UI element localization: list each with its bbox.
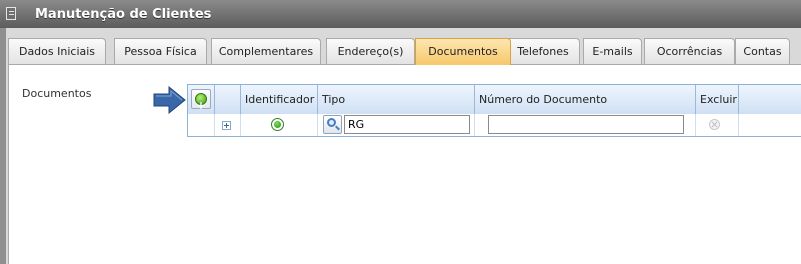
table-row [188, 114, 801, 136]
row-add-cell [188, 114, 215, 136]
add-document-button[interactable] [191, 89, 211, 121]
column-header-identificador[interactable]: Identificador [241, 85, 318, 114]
tab-contas[interactable]: Contas [735, 38, 790, 64]
expand-column-header [215, 85, 241, 114]
arrow-right-icon [153, 86, 186, 114]
tab-pessoa-fisica[interactable]: Pessoa Física [114, 38, 207, 64]
window-left-border [0, 28, 6, 264]
plus-icon [195, 91, 207, 121]
tab-strip: Dados Iniciais Pessoa Física Complementa… [8, 38, 801, 65]
delete-row-icon[interactable] [709, 119, 720, 130]
grid-header: Identificador Tipo Número do Documento E… [188, 85, 801, 121]
tab-ocorrencias[interactable]: Ocorrências [644, 38, 735, 64]
tab-enderecos[interactable]: Endereço(s) [326, 38, 415, 64]
tipo-lookup-button[interactable] [323, 115, 342, 134]
column-header-numero[interactable]: Número do Documento [475, 85, 696, 114]
column-header-tipo[interactable]: Tipo [318, 85, 475, 114]
numero-documento-input[interactable] [488, 115, 684, 134]
tab-emails[interactable]: E-mails [583, 38, 642, 64]
tab-complementares[interactable]: Complementares [211, 38, 321, 64]
window-title: Manutenção de Clientes [35, 7, 212, 22]
identificador-radio[interactable] [271, 118, 284, 131]
column-header-excluir[interactable]: Excluir [696, 85, 739, 114]
document-icon [6, 7, 16, 20]
tab-telefones[interactable]: Telefones [506, 38, 580, 64]
title-bar: Manutenção de Clientes [0, 0, 801, 28]
tab-dados-iniciais[interactable]: Dados Iniciais [8, 38, 106, 64]
tab-documentos[interactable]: Documentos [415, 38, 511, 65]
expand-row-icon[interactable] [222, 121, 231, 130]
tipo-input[interactable] [344, 115, 470, 134]
documents-grid: Identificador Tipo Número do Documento E… [187, 84, 801, 137]
add-column-header [188, 85, 215, 121]
section-label: Documentos [22, 87, 92, 100]
filler-column-header [739, 85, 801, 114]
